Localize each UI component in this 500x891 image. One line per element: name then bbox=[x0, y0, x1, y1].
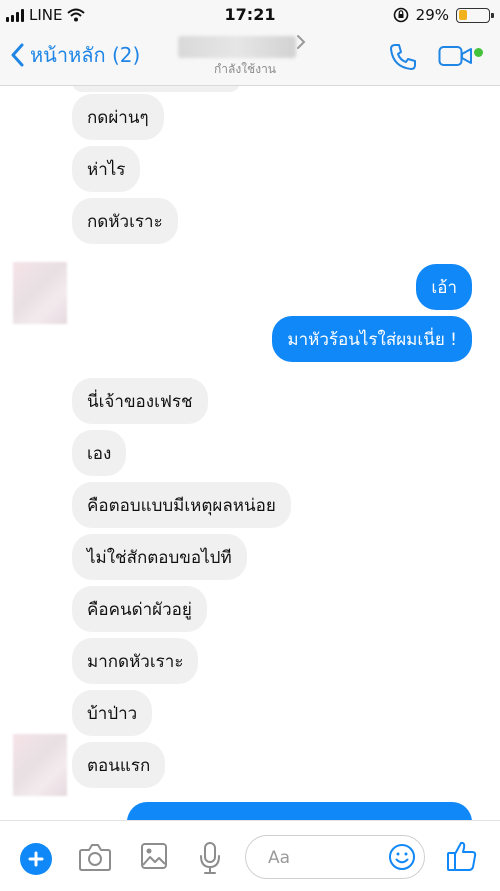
battery-icon bbox=[456, 7, 494, 23]
message-composer: Aa bbox=[0, 820, 500, 891]
status-bar: LINE 17:21 29% bbox=[0, 0, 500, 30]
message-input-placeholder: Aa bbox=[268, 848, 291, 868]
microphone-icon[interactable] bbox=[198, 841, 222, 875]
back-button[interactable]: หน้าหลัก (2) bbox=[10, 40, 140, 70]
plus-icon bbox=[28, 851, 44, 867]
back-chevron-icon bbox=[11, 43, 24, 67]
image-icon[interactable] bbox=[140, 841, 168, 871]
message-bubble-incoming[interactable]: กดหัวเราะ bbox=[72, 198, 178, 244]
phone-icon[interactable] bbox=[388, 42, 418, 72]
contact-avatar[interactable] bbox=[13, 734, 67, 796]
message-bubble-incoming[interactable]: คือคนด่าผัวอยู่ bbox=[72, 586, 207, 632]
chevron-right-icon[interactable] bbox=[296, 34, 306, 50]
online-indicator bbox=[474, 48, 483, 57]
message-bubble-incoming[interactable]: ห่าไร bbox=[72, 146, 141, 192]
contact-avatar[interactable] bbox=[13, 262, 67, 324]
orientation-lock-icon bbox=[393, 7, 408, 23]
video-icon[interactable] bbox=[438, 44, 474, 68]
plus-button[interactable] bbox=[20, 843, 52, 875]
message-bubble-outgoing-partial[interactable] bbox=[127, 802, 472, 820]
battery-level bbox=[458, 10, 467, 20]
message-thread[interactable]: กดผ่านๆ ห่าไร กดหัวเราะ เอ้า มาหัวร้อนไร… bbox=[0, 86, 500, 820]
scrolled-message-bubble bbox=[72, 86, 240, 92]
message-bubble-incoming[interactable]: บ้าป่าว bbox=[72, 690, 153, 736]
message-bubble-outgoing[interactable]: เอ้า bbox=[416, 264, 472, 310]
contact-name-redacted[interactable] bbox=[178, 36, 296, 58]
message-bubble-incoming[interactable]: นี่เจ้าของเฟรช bbox=[72, 378, 208, 424]
message-bubble-outgoing[interactable]: มาหัวร้อนไรใส่ผมเนี่ย ! bbox=[272, 316, 472, 362]
message-bubble-incoming[interactable]: ไม่ใช่สักตอบขอไปที bbox=[72, 534, 247, 580]
contact-status: กำลังใช้งาน bbox=[213, 62, 277, 76]
battery-percent: 29% bbox=[415, 6, 449, 24]
message-bubble-incoming[interactable]: คือตอบแบบมีเหตุผลหน่อย bbox=[72, 482, 291, 528]
message-bubble-incoming[interactable]: เอง bbox=[72, 430, 127, 476]
message-bubble-incoming[interactable]: ตอนแรก bbox=[72, 742, 166, 788]
conversation-header: หน้าหลัก (2) กำลังใช้งาน bbox=[0, 30, 500, 86]
status-right: 29% bbox=[393, 5, 494, 25]
thumbs-up-icon[interactable] bbox=[446, 839, 478, 873]
camera-icon[interactable] bbox=[78, 841, 112, 873]
emoji-icon[interactable] bbox=[388, 843, 416, 871]
back-label: หน้าหลัก (2) bbox=[30, 43, 141, 67]
message-bubble-incoming[interactable]: มากดหัวเราะ bbox=[72, 638, 199, 684]
message-bubble-incoming[interactable]: กดผ่านๆ bbox=[72, 94, 164, 140]
